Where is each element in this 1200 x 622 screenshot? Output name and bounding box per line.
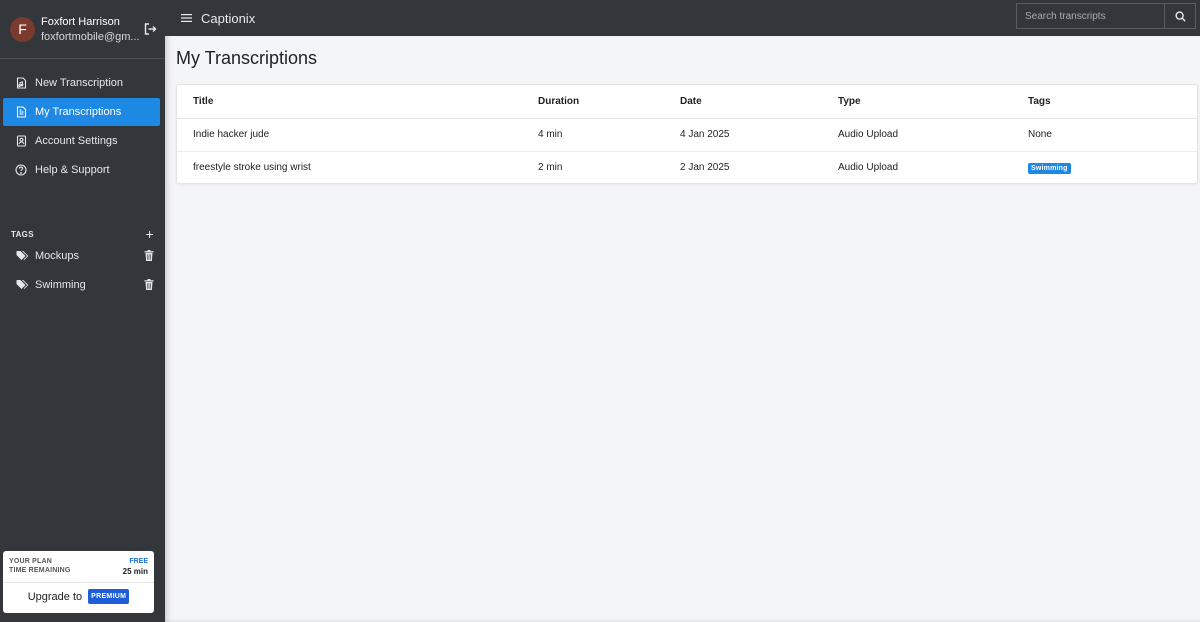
trash-icon[interactable]	[144, 250, 154, 261]
cell-duration: 4 min	[538, 118, 680, 152]
cell-type: Audio Upload	[838, 162, 899, 174]
plan-card: YOUR PLAN FREE TIME REMAINING 25 min Upg…	[3, 551, 154, 613]
user-info: Foxfort Harrison foxfortmobile@gm...	[41, 16, 141, 43]
cell-type: Audio Upload	[838, 118, 1028, 152]
sidebar-item-my-transcriptions[interactable]: My Transcriptions	[3, 98, 160, 126]
avatar[interactable]: F	[10, 16, 35, 42]
upgrade-button[interactable]: Upgrade to PREMIUM	[3, 583, 154, 610]
table-header-row: Title Duration Date Type Tags	[177, 85, 1197, 119]
tag-label: Mockups	[35, 249, 80, 262]
transcriptions-table-card: Title Duration Date Type Tags Indie hack…	[176, 84, 1198, 184]
transcriptions-table: Title Duration Date Type Tags Indie hack…	[177, 85, 1197, 184]
sidebar-item-label: New Transcription	[35, 77, 124, 89]
sidebar-item-help-support[interactable]: Help & Support	[3, 156, 160, 184]
search-box	[1016, 3, 1198, 30]
sidebar-item-label: Help & Support	[35, 164, 110, 176]
time-remaining-value: 25 min	[122, 567, 148, 576]
tags-icon	[16, 279, 29, 291]
premium-badge: PREMIUM	[88, 589, 130, 604]
app-name: Captionix	[201, 10, 256, 26]
tags-heading: TAGS	[11, 229, 34, 239]
document-icon	[15, 106, 27, 118]
user-profile: F Foxfort Harrison foxfortmobile@gm...	[0, 0, 165, 59]
tag-badge[interactable]: Swimming	[1028, 162, 1071, 174]
sidebar-nav: New Transcription My Transcriptions Acco…	[0, 59, 165, 184]
account-settings-icon	[15, 135, 27, 147]
upgrade-label: Upgrade to	[27, 590, 83, 603]
cell-duration: 2 min	[538, 162, 563, 174]
tag-item-mockups[interactable]: Mockups	[0, 241, 165, 270]
trash-icon[interactable]	[144, 279, 154, 290]
tag-label: Swimming	[35, 278, 86, 291]
plan-value: FREE	[129, 558, 148, 565]
help-circle-icon	[15, 164, 27, 176]
user-email: foxfortmobile@gm...	[41, 30, 140, 43]
cell-title[interactable]: freestyle stroke using wrist	[177, 151, 538, 184]
add-tag-button[interactable]: +	[146, 226, 154, 242]
sidebar-item-label: Account Settings	[35, 135, 118, 147]
column-header-type[interactable]: Type	[838, 85, 1028, 119]
bottom-shadow	[165, 618, 1200, 622]
search-icon	[1174, 10, 1186, 22]
table-row[interactable]: freestyle stroke using wrist 2 min 2 Jan…	[177, 151, 1197, 184]
sidebar: F Foxfort Harrison foxfortmobile@gm... N…	[0, 0, 165, 622]
tag-item-swimming[interactable]: Swimming	[0, 270, 165, 299]
main-content: My Transcriptions Title Duration Date Ty…	[165, 36, 1200, 622]
plan-label: YOUR PLAN	[9, 558, 53, 565]
plan-row: YOUR PLAN FREE	[3, 551, 154, 565]
search-button[interactable]	[1164, 3, 1196, 29]
time-row: TIME REMAINING 25 min	[3, 565, 154, 576]
hamburger-menu-icon[interactable]	[181, 13, 192, 23]
audio-file-icon	[15, 77, 27, 89]
top-bar: Captionix	[165, 0, 1200, 36]
column-header-title[interactable]: Title	[177, 85, 538, 119]
page-title: My Transcriptions	[176, 48, 318, 68]
cell-tags: None	[1028, 118, 1197, 152]
time-remaining-label: TIME REMAINING	[9, 567, 71, 574]
cell-date: 2 Jan 2025	[680, 162, 730, 174]
sidebar-item-label: My Transcriptions	[35, 106, 122, 118]
sidebar-item-account-settings[interactable]: Account Settings	[3, 127, 160, 155]
logout-icon[interactable]	[143, 22, 157, 36]
column-header-duration[interactable]: Duration	[538, 85, 680, 119]
sidebar-item-new-transcription[interactable]: New Transcription	[3, 69, 160, 97]
tags-icon	[16, 250, 29, 262]
cell-tags: Swimming	[1028, 151, 1197, 184]
search-input[interactable]	[1016, 3, 1164, 29]
column-header-date[interactable]: Date	[680, 85, 838, 119]
cell-date: 4 Jan 2025	[680, 118, 838, 152]
tags-header: TAGS +	[0, 226, 165, 242]
column-header-tags[interactable]: Tags	[1028, 85, 1197, 119]
cell-title[interactable]: Indie hacker jude	[177, 118, 538, 152]
table-row[interactable]: Indie hacker jude 4 min 4 Jan 2025 Audio…	[177, 118, 1197, 152]
user-name: Foxfort Harrison	[41, 15, 120, 28]
